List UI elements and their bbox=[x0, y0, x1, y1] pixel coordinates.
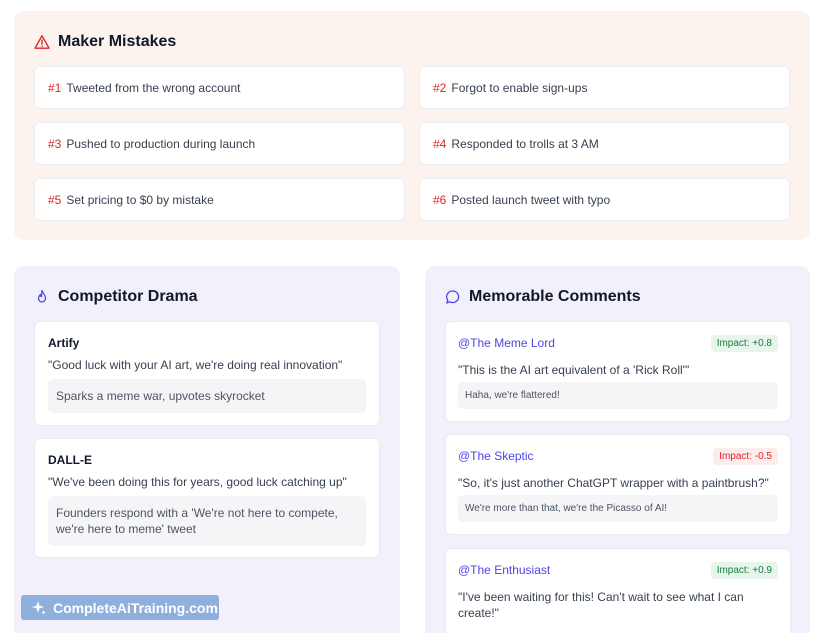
competitor-card: Artify "Good luck with your AI art, we'r… bbox=[34, 321, 380, 426]
watermark-text: CompleteAiTraining.com bbox=[53, 599, 218, 616]
memorable-comments-section: Memorable Comments @The Meme Lord Impact… bbox=[425, 266, 810, 633]
comment-text: "So, it's just another ChatGPT wrapper w… bbox=[458, 476, 769, 490]
maker-mistakes-title: Maker Mistakes bbox=[58, 33, 177, 50]
warning-icon bbox=[34, 34, 50, 50]
comment-text: "I've been waiting for this! Can't wait … bbox=[458, 590, 744, 620]
competitor-drama-section: Competitor Drama Artify "Good luck with … bbox=[14, 266, 400, 633]
competitor-reaction: Founders respond with a 'We're not here … bbox=[48, 496, 366, 546]
competitor-drama-title: Competitor Drama bbox=[58, 288, 198, 305]
comment-card: @The Enthusiast Impact: +0.9 "I've been … bbox=[445, 548, 791, 633]
competitor-quote: "We've been doing this for years, good l… bbox=[48, 475, 347, 489]
watermark-badge: CompleteAiTraining.com bbox=[21, 595, 219, 620]
mistake-number: #3 bbox=[48, 136, 62, 151]
maker-mistakes-section: Maker Mistakes #1 Tweeted from the wrong… bbox=[14, 11, 810, 240]
flame-icon bbox=[34, 289, 50, 305]
mistake-item: #5 Set pricing to $0 by mistake bbox=[34, 178, 405, 221]
comment-reply: We're more than that, we're the Picasso … bbox=[458, 495, 778, 522]
competitor-card: DALL-E "We've been doing this for years,… bbox=[34, 438, 380, 558]
sparkle-logo-icon bbox=[31, 600, 47, 616]
comment-reply: Haha, we're flattered! bbox=[458, 382, 778, 409]
mistake-number: #6 bbox=[433, 192, 447, 207]
impact-badge: Impact: +0.9 bbox=[710, 562, 778, 579]
mistake-text: Tweeted from the wrong account bbox=[66, 80, 241, 95]
comment-username[interactable]: @The Skeptic bbox=[458, 449, 534, 463]
comment-card: @The Meme Lord Impact: +0.8 "This is the… bbox=[445, 321, 791, 422]
mistake-text: Posted launch tweet with typo bbox=[451, 192, 611, 207]
comment-text: "This is the AI art equivalent of a 'Ric… bbox=[458, 363, 690, 377]
competitor-reaction: Sparks a meme war, upvotes skyrocket bbox=[48, 379, 366, 413]
comment-card: @The Skeptic Impact: -0.5 "So, it's just… bbox=[445, 434, 791, 535]
speech-bubble-icon bbox=[445, 289, 461, 305]
mistake-text: Set pricing to $0 by mistake bbox=[66, 192, 214, 207]
impact-badge: Impact: +0.8 bbox=[710, 335, 778, 352]
mistake-text: Forgot to enable sign-ups bbox=[451, 80, 588, 95]
mistake-number: #4 bbox=[433, 136, 447, 151]
competitor-quote: "Good luck with your AI art, we're doing… bbox=[48, 358, 343, 372]
mistake-item: #1 Tweeted from the wrong account bbox=[34, 66, 405, 109]
memorable-comments-title: Memorable Comments bbox=[469, 288, 641, 305]
competitor-name: Artify bbox=[48, 336, 80, 350]
mistake-item: #3 Pushed to production during launch bbox=[34, 122, 405, 165]
mistake-number: #2 bbox=[433, 80, 447, 95]
maker-mistakes-header: Maker Mistakes bbox=[34, 33, 176, 51]
mistake-number: #5 bbox=[48, 192, 62, 207]
mistake-item: #2 Forgot to enable sign-ups bbox=[419, 66, 790, 109]
mistake-text: Pushed to production during launch bbox=[66, 136, 256, 151]
competitor-drama-header: Competitor Drama bbox=[34, 288, 198, 306]
mistake-item: #4 Responded to trolls at 3 AM bbox=[419, 122, 790, 165]
impact-badge: Impact: -0.5 bbox=[713, 448, 778, 465]
mistake-text: Responded to trolls at 3 AM bbox=[451, 136, 599, 151]
comment-username[interactable]: @The Enthusiast bbox=[458, 563, 550, 577]
mistake-number: #1 bbox=[48, 80, 62, 95]
memorable-comments-header: Memorable Comments bbox=[445, 288, 641, 306]
competitor-name: DALL-E bbox=[48, 453, 92, 467]
comment-username[interactable]: @The Meme Lord bbox=[458, 336, 555, 350]
mistake-item: #6 Posted launch tweet with typo bbox=[419, 178, 790, 221]
